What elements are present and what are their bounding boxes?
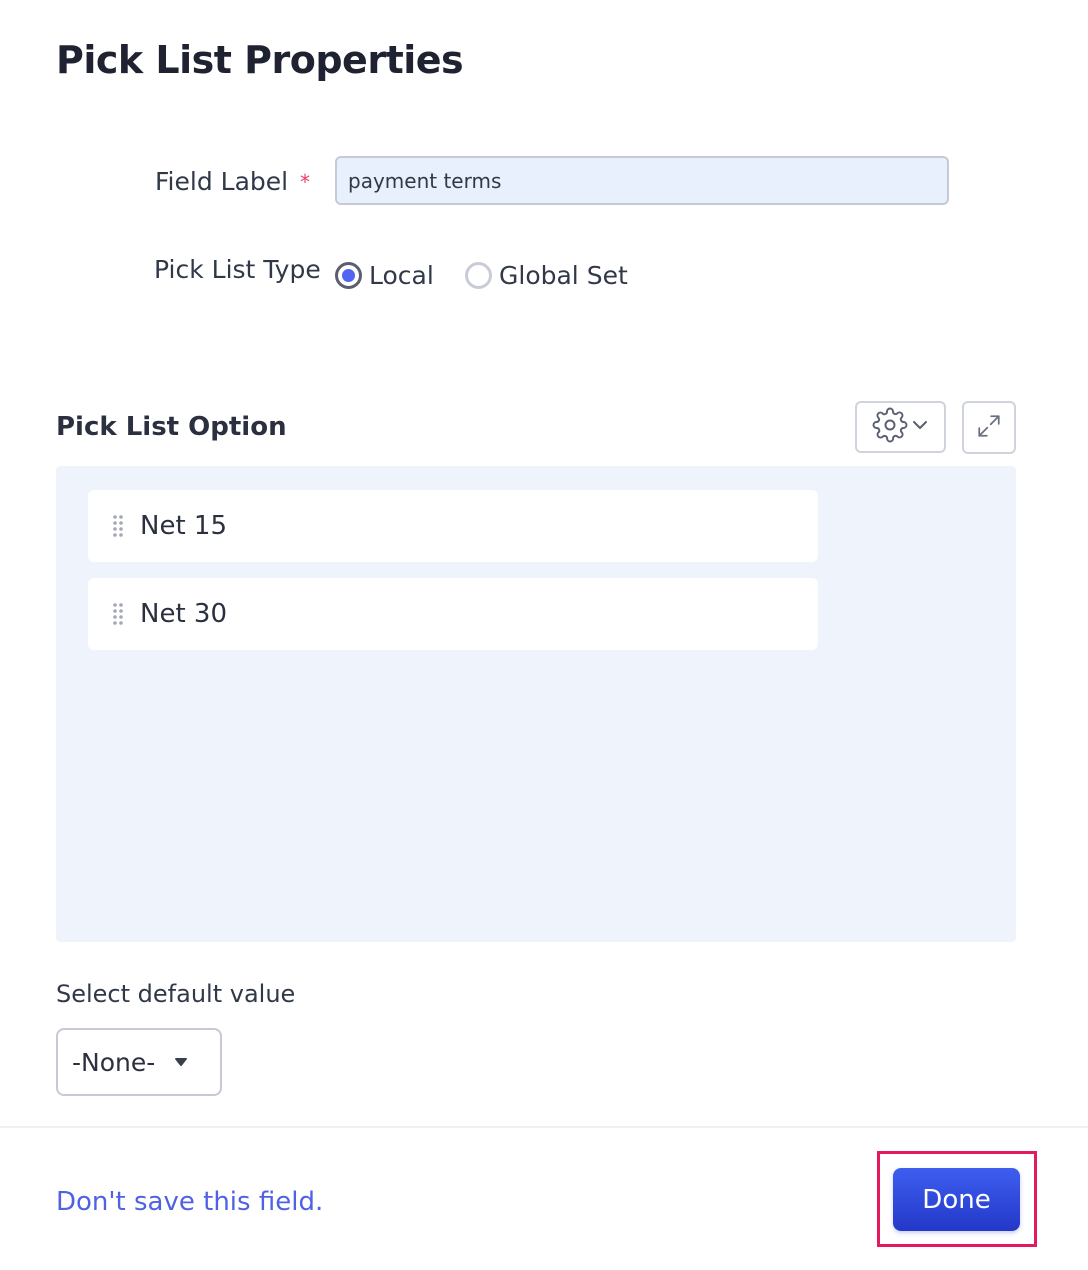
radio-dot-icon [342,268,355,282]
radio-global-set-label: Global Set [499,260,628,290]
page-title: Pick List Properties [56,38,464,82]
radio-global-set[interactable]: Global Set [465,256,628,294]
default-value-selected: -None- [72,1047,156,1077]
expand-button[interactable] [962,401,1016,454]
pick-list-option-label: Net 15 [140,511,227,541]
drag-handle-icon[interactable] [112,602,124,626]
expand-icon [976,413,1002,443]
pick-list-option-item[interactable]: Net 15 [88,490,818,562]
gear-icon [872,407,908,447]
required-marker: * [300,170,310,194]
radio-local-label: Local [369,260,434,290]
done-button[interactable]: Done [893,1168,1020,1231]
drag-handle-icon[interactable] [112,514,124,538]
radio-local[interactable]: Local [335,256,434,294]
chevron-down-icon [910,415,930,439]
default-value-select[interactable]: -None- [56,1028,222,1096]
caret-down-icon [173,1056,189,1068]
radio-checked-icon [335,261,362,289]
options-settings-button[interactable] [855,401,946,453]
footer-divider [0,1126,1088,1128]
field-label-input[interactable] [335,156,949,205]
default-value-label: Select default value [56,980,296,1008]
pick-list-option-item[interactable]: Net 30 [88,578,818,650]
dont-save-link[interactable]: Don't save this field. [56,1187,323,1217]
pick-list-option-label: Net 30 [140,599,227,629]
pick-list-options-panel: Net 15 Net 30 [56,466,1016,942]
pick-list-option-title: Pick List Option [56,412,287,442]
radio-unchecked-icon [465,261,492,289]
field-label-label: Field Label [155,167,289,196]
pick-list-type-label: Pick List Type [154,255,321,284]
